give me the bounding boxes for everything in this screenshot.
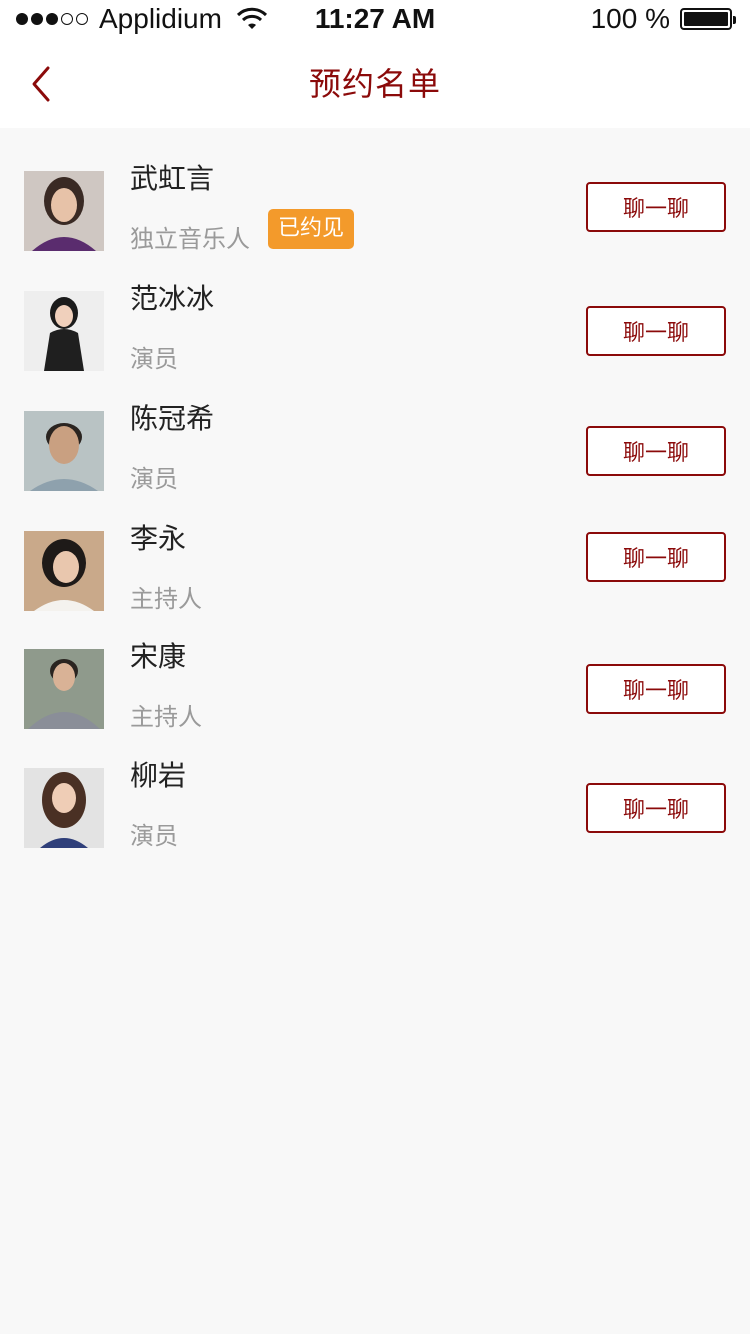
- list-item: 武虹言 独立音乐人 已约见 聊一聊: [0, 162, 750, 281]
- avatar: [24, 411, 104, 491]
- battery-fill: [684, 12, 728, 26]
- status-badge: 已约见: [268, 209, 355, 249]
- status-right: 100 %: [590, 2, 736, 36]
- chat-button[interactable]: 聊一聊: [586, 532, 726, 582]
- battery-percent: 100 %: [590, 3, 670, 34]
- battery-tip: [733, 16, 736, 24]
- contact-role: 主持人: [130, 585, 202, 613]
- contact-name: 陈冠希: [130, 402, 215, 435]
- chat-button[interactable]: 聊一聊: [586, 783, 726, 833]
- avatar: [24, 531, 104, 611]
- chat-button[interactable]: 聊一聊: [586, 426, 726, 476]
- chat-button[interactable]: 聊一聊: [586, 664, 726, 714]
- contact-name: 李永: [130, 522, 187, 555]
- chat-button[interactable]: 聊一聊: [586, 306, 726, 356]
- list-item: 柳岩 演员 聊一聊: [0, 759, 750, 878]
- list-item: 宋康 主持人 聊一聊: [0, 640, 750, 759]
- contact-role: 独立音乐人: [130, 225, 250, 253]
- contact-role: 演员: [130, 822, 178, 850]
- avatar: [24, 649, 104, 729]
- contact-name: 柳岩: [130, 759, 187, 792]
- status-bar: Applidium 11:27 AM 100 %: [0, 0, 750, 40]
- list-item: 范冰冰 演员 聊一聊: [0, 282, 750, 401]
- list-item: 李永 主持人 聊一聊: [0, 522, 750, 641]
- contact-role: 主持人: [130, 703, 202, 731]
- chat-button[interactable]: 聊一聊: [586, 182, 726, 232]
- avatar: [24, 768, 104, 848]
- contact-name: 武虹言: [130, 162, 215, 195]
- contact-role: 演员: [130, 465, 178, 493]
- avatar: [24, 171, 104, 251]
- contact-name: 范冰冰: [130, 282, 215, 315]
- contact-role: 演员: [130, 345, 178, 373]
- contact-name: 宋康: [130, 640, 187, 673]
- page-title: 预约名单: [308, 65, 441, 103]
- battery-icon: [680, 8, 736, 30]
- nav-bar: 预约名单: [0, 40, 750, 128]
- list-item: 陈冠希 演员 聊一聊: [0, 402, 750, 521]
- avatar: [24, 291, 104, 371]
